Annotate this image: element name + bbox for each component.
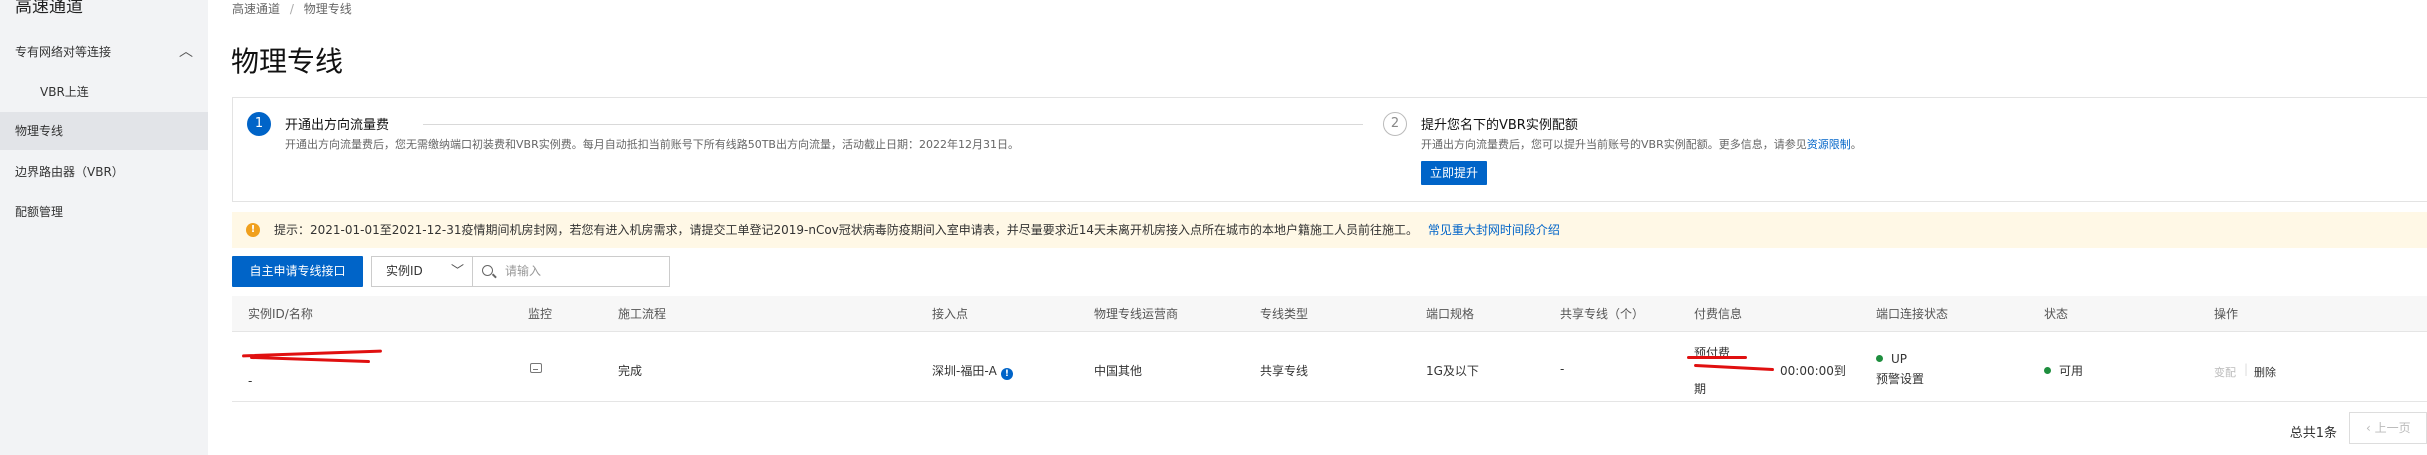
access-point-text: 深圳-福田-A <box>932 364 997 378</box>
column-header: 施工流程 <box>618 307 667 321</box>
port-status-cell: UP <box>1876 352 1907 366</box>
action-divider: | <box>2244 362 2249 376</box>
info-icon[interactable]: ! <box>1000 368 1013 380</box>
step-1-badge: 1 <box>247 112 271 136</box>
column-header: 状态 <box>2044 307 2069 321</box>
page-title: 物理专线 <box>231 45 344 78</box>
column-header: 付费信息 <box>1694 307 1743 321</box>
breadcrumb-root[interactable]: 高速通道 <box>232 2 280 16</box>
breadcrumb-separator: / <box>289 2 294 16</box>
step-connector <box>423 124 1363 125</box>
port-status-text: UP <box>1891 352 1908 366</box>
sidebar-item-vbr-uplink[interactable]: VBR上连 <box>0 73 208 111</box>
redaction-mark <box>1687 356 1747 359</box>
step-2-title: 提升您名下的VBR实例配额 <box>1421 118 1578 133</box>
column-header: 接入点 <box>932 307 969 321</box>
notice-link[interactable]: 常见重大封网时间段介绍 <box>1428 223 1560 237</box>
upgrade-quota-button[interactable]: 立即提升 <box>1421 161 1487 185</box>
search-input[interactable]: 请输入 <box>472 256 670 287</box>
pager-total: 总共1条 <box>2289 426 2337 441</box>
operator-cell: 中国其他 <box>1094 364 1143 378</box>
search-field-select[interactable]: 实例ID ﹀ <box>371 256 473 287</box>
breadcrumb-current: 物理专线 <box>303 2 352 16</box>
step-1-desc: 开通出方向流量费后，您无需缴纳端口初装费和VBR实例费。每月自动抵扣当前账号下所… <box>285 138 1019 151</box>
step-2-desc-text: 开通出方向流量费后，您可以提升当前账号的VBR实例配额。更多信息，请参见 <box>1421 138 1807 151</box>
status-text: 可用 <box>2059 364 2084 378</box>
chevron-left-icon: ‹ <box>2366 421 2375 435</box>
redaction-mark <box>249 355 371 364</box>
prev-page-button[interactable]: ‹ 上一页 <box>2349 412 2427 444</box>
change-spec-action: 变配 <box>2214 366 2236 379</box>
sidebar-item-label: 专有网络对等连接 <box>15 45 112 59</box>
main-content: 高速通道 / 物理专线 物理专线 1 开通出方向流量费 开通出方向流量费后，您无… <box>208 0 2427 455</box>
billing-time: 00:00:00到 <box>1780 364 1846 378</box>
column-header: 端口规格 <box>1426 307 1475 321</box>
status-dot-icon <box>1876 355 1883 362</box>
step-1-title: 开通出方向流量费 <box>285 118 390 133</box>
apply-line-button[interactable]: 自主申请专线接口 <box>232 256 363 287</box>
column-header: 操作 <box>2214 307 2239 321</box>
chevron-up-icon: ︿ <box>179 44 193 60</box>
sidebar-item-vpc-peering[interactable]: 专有网络对等连接 ︿ <box>0 33 208 71</box>
sidebar-title: 高速通道 <box>15 0 83 17</box>
sidebar-item-label: VBR上连 <box>40 85 89 99</box>
search-field-value: 实例ID <box>386 264 423 278</box>
steps-panel: 1 开通出方向流量费 开通出方向流量费后，您无需缴纳端口初装费和VBR实例费。每… <box>232 97 2427 202</box>
sidebar-item-label: 边界路由器（VBR） <box>15 165 124 179</box>
instance-id-cell[interactable]: - <box>248 374 252 388</box>
prev-page-label: 上一页 <box>2374 421 2411 435</box>
column-header: 端口连接状态 <box>1876 307 1949 321</box>
shared-cell: - <box>1560 362 1565 376</box>
chevron-down-icon: ﹀ <box>450 264 464 279</box>
search-icon <box>482 265 493 276</box>
process-cell: 完成 <box>618 364 643 378</box>
sidebar-item-label: 物理专线 <box>15 124 64 138</box>
status-cell: 可用 <box>2044 362 2083 379</box>
delete-action[interactable]: 删除 <box>2254 364 2276 380</box>
monitor-icon[interactable] <box>530 363 542 373</box>
table-row: - 完成 深圳-福田-A! 中国其他 共享专线 1G及以下 - 预付费 00:0… <box>232 332 2427 402</box>
column-header: 专线类型 <box>1260 307 1309 321</box>
sidebar-item-quota[interactable]: 配额管理 <box>0 193 208 231</box>
warning-icon: ! <box>246 223 260 237</box>
column-header: 物理专线运营商 <box>1094 307 1179 321</box>
search-placeholder: 请输入 <box>505 264 542 278</box>
sidebar-item-vbr[interactable]: 边界路由器（VBR） <box>0 153 208 191</box>
column-header: 监控 <box>528 307 553 321</box>
redaction-mark <box>1693 363 1775 372</box>
notice-text: 提示：2021-01-01至2021-12-31疫情期间机房封网，若您有进入机房… <box>274 223 1419 237</box>
line-type-cell: 共享专线 <box>1260 364 1309 378</box>
sidebar-item-physical-line[interactable]: 物理专线 <box>0 112 208 150</box>
breadcrumb: 高速通道 / 物理专线 <box>232 0 352 17</box>
port-spec-cell: 1G及以下 <box>1426 364 1479 378</box>
step-2-desc-end: 。 <box>1850 138 1862 151</box>
access-point-cell: 深圳-福田-A! <box>932 362 1013 380</box>
column-header: 实例ID/名称 <box>248 307 313 321</box>
table-header: 实例ID/名称 监控 施工流程 接入点 物理专线运营商 专线类型 端口规格 共享… <box>232 296 2427 332</box>
step-2-desc: 开通出方向流量费后，您可以提升当前账号的VBR实例配额。更多信息，请参见资源限制… <box>1421 136 1862 152</box>
sidebar: 高速通道 专有网络对等连接 ︿ VBR上连 物理专线 边界路由器（VBR） 配额… <box>0 0 208 455</box>
step-2-badge: 2 <box>1383 112 1407 136</box>
resource-limit-link[interactable]: 资源限制 <box>1807 138 1851 151</box>
column-header: 共享专线（个） <box>1560 307 1645 321</box>
status-dot-icon <box>2044 367 2051 374</box>
billing-end: 期 <box>1694 382 1707 396</box>
sidebar-item-label: 配额管理 <box>15 205 64 219</box>
alert-settings-link[interactable]: 预警设置 <box>1876 370 1924 387</box>
notice-banner: ! 提示：2021-01-01至2021-12-31疫情期间机房封网，若您有进入… <box>232 212 2427 248</box>
